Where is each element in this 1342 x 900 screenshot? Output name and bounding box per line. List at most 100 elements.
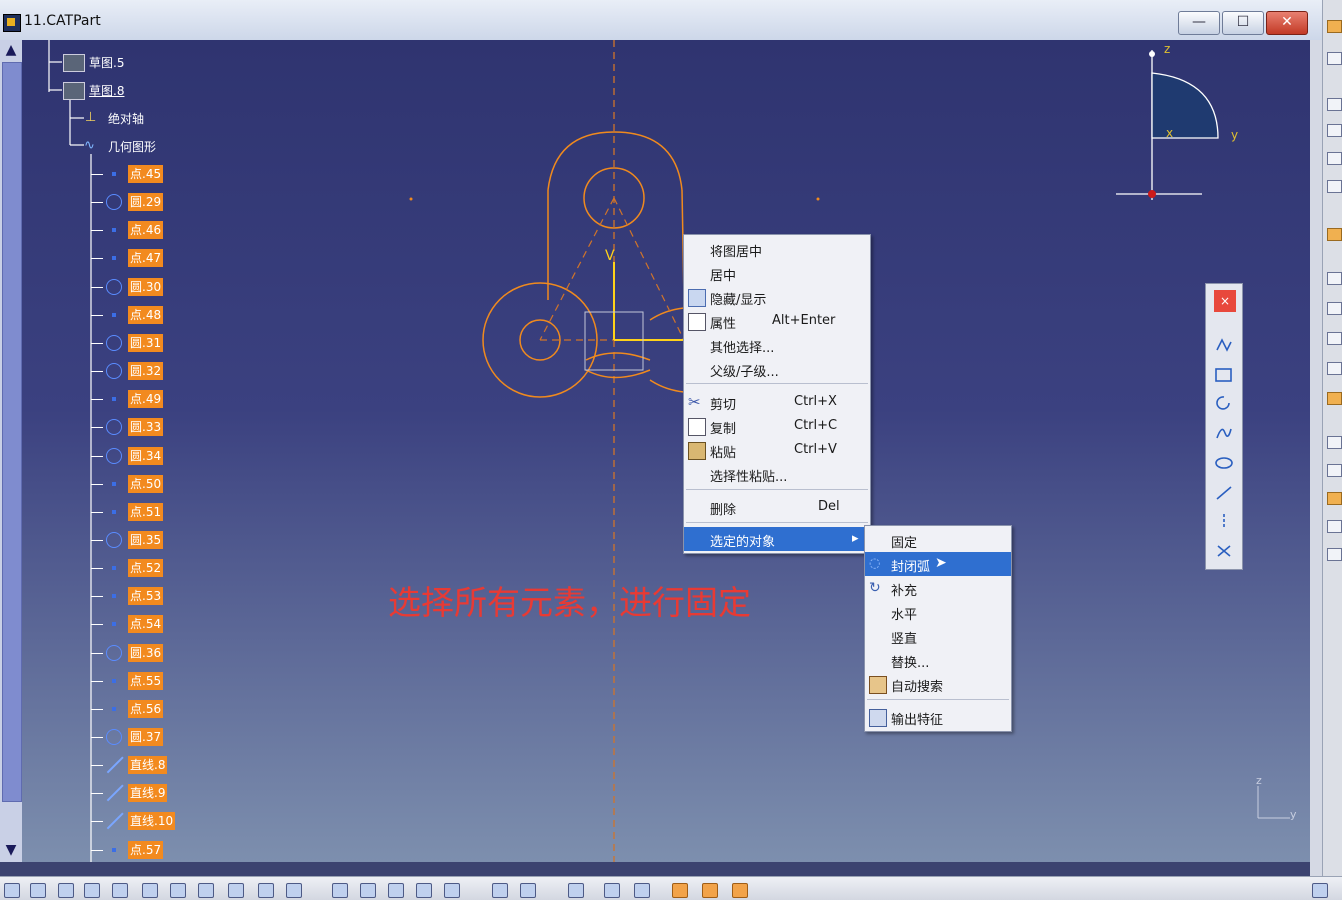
tool-icon[interactable] (1327, 392, 1342, 405)
tree-item-circle[interactable]: 圆.37 (22, 727, 187, 747)
geometric-constraint-icon[interactable] (416, 883, 432, 898)
contact-constraint-icon[interactable] (520, 883, 536, 898)
menu-item-parents-children[interactable]: 父级/子级... (684, 357, 870, 381)
tree-item-point[interactable]: 点.55 (22, 671, 187, 691)
swap-space-icon[interactable] (286, 883, 302, 898)
tree-item-point[interactable]: 点.52 (22, 558, 187, 578)
tool-icon[interactable] (1327, 180, 1342, 193)
menu-item-other-selection[interactable]: 其他选择... (684, 333, 870, 357)
tool-icon[interactable] (1327, 52, 1342, 65)
tree-item-line[interactable]: 直线.10 (22, 811, 187, 831)
tree-item-point[interactable]: 点.51 (22, 502, 187, 522)
sketch-analysis-icon[interactable] (568, 883, 584, 898)
scroll-down-icon[interactable]: ▼ (3, 842, 19, 858)
tree-item-point[interactable]: 点.50 (22, 474, 187, 494)
tree-item-circle[interactable]: 圆.32 (22, 361, 187, 381)
submenu-item-vertical[interactable]: 竖直 (865, 624, 1011, 648)
tool-icon[interactable] (1327, 464, 1342, 477)
tree-item-point[interactable]: 点.56 (22, 699, 187, 719)
menu-item-paste-special[interactable]: 选择性粘贴... (684, 462, 870, 486)
multi-view-icon[interactable] (170, 883, 186, 898)
tool-icon[interactable] (1327, 548, 1342, 561)
submenu-item-output-feature[interactable]: 输出特征 (865, 705, 1011, 729)
tree-item-point[interactable]: 点.46 (22, 220, 187, 240)
tree-item-circle[interactable]: 圆.29 (22, 192, 187, 212)
tool-icon[interactable] (1327, 98, 1342, 111)
tree-node-absolute-axis[interactable]: ⊥ 绝对轴 (22, 108, 182, 128)
menu-item-delete[interactable]: 删除 Del (684, 495, 870, 519)
menu-item-paste[interactable]: 粘贴 Ctrl+V (684, 438, 870, 462)
submenu-item-horizontal[interactable]: 水平 (865, 600, 1011, 624)
tool-icon[interactable] (1327, 152, 1342, 165)
tree-item-line[interactable]: 直线.8 (22, 755, 187, 775)
tool-icon[interactable] (1327, 520, 1342, 533)
tree-item-point[interactable]: 点.53 (22, 586, 187, 606)
zoom-in-icon[interactable] (84, 883, 100, 898)
profile-tool-icon[interactable] (1214, 336, 1234, 354)
menu-item-center-graph[interactable]: 将图居中 (684, 237, 870, 261)
tool-icon[interactable] (1327, 436, 1342, 449)
menu-item-cut[interactable]: ✂ 剪切 Ctrl+X (684, 390, 870, 414)
tool-icon[interactable] (1327, 302, 1342, 315)
spline-tool-icon[interactable] (1214, 424, 1234, 442)
submenu-item-close-arc[interactable]: ◌ 封闭弧 ➤ (865, 552, 1011, 576)
tree-item-circle[interactable]: 圆.34 (22, 446, 187, 466)
minimize-button[interactable]: — (1178, 11, 1220, 35)
tree-item-point[interactable]: 点.48 (22, 305, 187, 325)
exit-workbench-icon[interactable] (672, 883, 688, 898)
tree-node-sketch-8[interactable]: 草图.8 (22, 80, 182, 100)
tree-item-circle[interactable]: 圆.30 (22, 277, 187, 297)
tree-item-circle[interactable]: 圆.33 (22, 417, 187, 437)
tree-item-point[interactable]: 点.47 (22, 248, 187, 268)
cut-part-icon[interactable] (604, 883, 620, 898)
zoom-out-icon[interactable] (112, 883, 128, 898)
constraint-icon[interactable] (492, 883, 508, 898)
tree-item-circle[interactable]: 圆.36 (22, 643, 187, 663)
sketcher-tools-icon[interactable] (732, 883, 748, 898)
fit-all-icon[interactable] (4, 883, 20, 898)
tool-icon[interactable] (1327, 228, 1342, 241)
update-icon[interactable] (702, 883, 718, 898)
pan-icon[interactable] (30, 883, 46, 898)
iso-view-icon[interactable] (198, 883, 214, 898)
dimension-constraint-icon[interactable] (444, 883, 460, 898)
hide-show-icon[interactable] (258, 883, 274, 898)
submenu-item-auto-search[interactable]: 自动搜索 (865, 672, 1011, 696)
rectangle-tool-icon[interactable] (1214, 366, 1234, 384)
menu-item-hide-show[interactable]: 隐藏/显示 (684, 285, 870, 309)
circle-arc-tool-icon[interactable] (1214, 394, 1234, 412)
tool-icon[interactable] (1327, 272, 1342, 285)
menu-item-center[interactable]: 居中 (684, 261, 870, 285)
maximize-button[interactable]: ☐ (1222, 11, 1264, 35)
grid-icon[interactable] (332, 883, 348, 898)
tree-item-point[interactable]: 点.49 (22, 389, 187, 409)
line-tool-icon[interactable] (1214, 484, 1234, 502)
sketch-viewport[interactable]: V z y x z y (0, 40, 1310, 862)
menu-item-copy[interactable]: 复制 Ctrl+C (684, 414, 870, 438)
submenu-item-complement[interactable]: ↻ 补充 (865, 576, 1011, 600)
point-tool-icon[interactable] (1214, 542, 1234, 560)
shading-icon[interactable] (228, 883, 244, 898)
submenu-item-fix[interactable]: 固定 (865, 528, 1011, 552)
ellipse-tool-icon[interactable] (1214, 454, 1234, 472)
tool-icon[interactable] (1327, 492, 1342, 505)
normal-view-icon[interactable] (142, 883, 158, 898)
toolbar-close-button[interactable]: × (1214, 290, 1236, 312)
axis-tool-icon[interactable] (1214, 512, 1234, 530)
menu-item-selected-objects[interactable]: 选定的对象 ▸ (684, 527, 870, 551)
close-button[interactable]: ✕ (1266, 11, 1308, 35)
tree-node-sketch-5[interactable]: 草图.5 (22, 52, 182, 72)
tool-icon[interactable] (1327, 124, 1342, 137)
tree-item-circle[interactable]: 圆.35 (22, 530, 187, 550)
submenu-item-replace[interactable]: 替换... (865, 648, 1011, 672)
tree-item-point[interactable]: 点.54 (22, 614, 187, 634)
tree-item-point[interactable]: 点.45 (22, 164, 187, 184)
construction-icon[interactable] (388, 883, 404, 898)
scroll-up-icon[interactable]: ▲ (3, 42, 19, 58)
tree-node-geometry[interactable]: ∿ 几何图形 (22, 136, 182, 156)
rotate-icon[interactable] (58, 883, 74, 898)
scrollbar-thumb[interactable] (2, 62, 22, 802)
tool-icon[interactable] (1327, 20, 1342, 33)
tree-scrollbar[interactable]: ▲ ▼ (0, 40, 22, 862)
tool-icon[interactable] (1327, 362, 1342, 375)
